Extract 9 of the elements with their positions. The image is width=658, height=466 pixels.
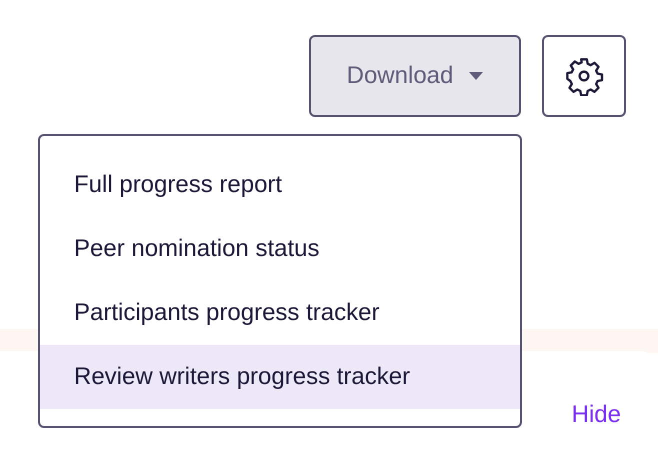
settings-button[interactable] xyxy=(542,35,626,117)
menu-item[interactable]: Review writers progress tracker xyxy=(40,345,520,409)
settings-icon xyxy=(564,56,604,96)
download-button[interactable]: Download xyxy=(309,35,521,117)
menu-item[interactable]: Peer nomination status xyxy=(40,217,520,281)
menu-item[interactable]: Full progress report xyxy=(40,153,520,217)
menu-item[interactable]: Participants progress tracker xyxy=(40,281,520,345)
hide-link[interactable]: Hide xyxy=(572,401,621,431)
caret-icon xyxy=(469,72,484,80)
